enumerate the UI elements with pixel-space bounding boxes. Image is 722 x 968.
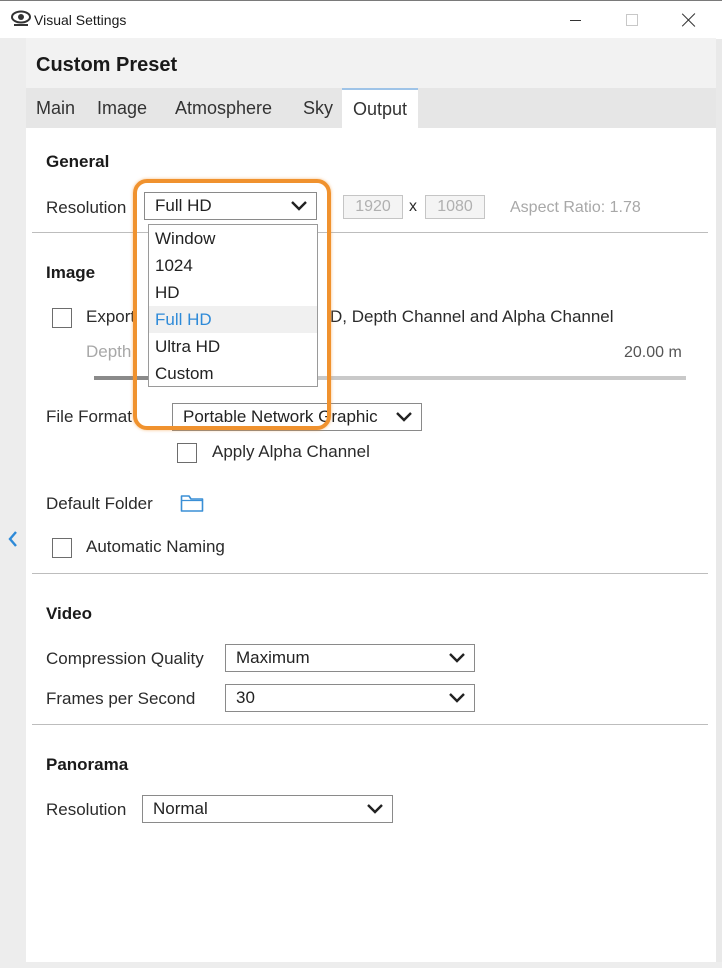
preset-title: Custom Preset: [36, 54, 178, 76]
tab-image[interactable]: Image: [97, 88, 147, 128]
side-strip: [0, 38, 26, 968]
depth-label: Depth: [86, 342, 132, 361]
automatic-naming-label: Automatic Naming: [86, 537, 225, 556]
panorama-resolution-label: Resolution: [46, 800, 127, 819]
file-format-label: File Format: [46, 407, 132, 426]
tab-bar: Main Image Atmosphere Sky Output: [26, 88, 716, 128]
minimize-icon: [569, 19, 581, 21]
frames-per-second-value: 30: [236, 688, 255, 707]
compression-quality-label: Compression Quality: [46, 649, 204, 668]
video-heading: Video: [46, 604, 92, 623]
maximize-icon: [626, 14, 638, 26]
tab-main[interactable]: Main: [36, 88, 75, 128]
height-input[interactable]: 1080: [425, 195, 485, 219]
tab-output[interactable]: Output: [342, 88, 419, 128]
eye-icon: [11, 10, 31, 26]
tab-sky[interactable]: Sky: [303, 88, 333, 128]
export-depth-checkbox[interactable]: [52, 308, 72, 328]
depth-value: 20.00 m: [624, 344, 682, 361]
dimension-separator: x: [409, 198, 417, 215]
frames-per-second-select[interactable]: 30: [225, 684, 475, 712]
chevron-left-icon[interactable]: [4, 528, 22, 550]
folder-icon[interactable]: [180, 493, 204, 513]
apply-alpha-checkbox[interactable]: [177, 443, 197, 463]
highlight-annotation: [133, 179, 331, 430]
window-title: Visual Settings: [34, 12, 127, 28]
bottom-frame: [0, 962, 722, 968]
compression-quality-select[interactable]: Maximum: [225, 644, 475, 672]
apply-alpha-label: Apply Alpha Channel: [212, 442, 370, 461]
resolution-label: Resolution: [46, 198, 127, 217]
close-icon: [682, 13, 696, 27]
chevron-down-icon: [367, 804, 383, 814]
divider: [32, 573, 708, 574]
compression-quality-value: Maximum: [236, 648, 310, 667]
close-button[interactable]: [666, 1, 712, 39]
frames-per-second-label: Frames per Second: [46, 689, 196, 708]
aspect-ratio-label: Aspect Ratio: 1.78: [510, 199, 641, 216]
chevron-down-icon: [449, 693, 465, 703]
export-label-start: Export: [86, 307, 136, 326]
width-input[interactable]: 1920: [343, 195, 403, 219]
default-folder-label: Default Folder: [46, 494, 153, 513]
automatic-naming-checkbox[interactable]: [52, 538, 72, 558]
export-label-end: D, Depth Channel and Alpha Channel: [330, 307, 614, 326]
panorama-resolution-value: Normal: [153, 799, 208, 818]
title-bar: Visual Settings: [0, 0, 722, 39]
chevron-down-icon: [396, 412, 412, 422]
preset-header: Custom Preset: [26, 38, 716, 88]
panorama-heading: Panorama: [46, 755, 129, 774]
panorama-resolution-select[interactable]: Normal: [142, 795, 393, 823]
chevron-down-icon: [449, 653, 465, 663]
tab-atmosphere[interactable]: Atmosphere: [175, 88, 272, 128]
divider: [32, 724, 708, 725]
general-heading: General: [46, 152, 110, 171]
settings-panel: Custom Preset Main Image Atmosphere Sky …: [26, 38, 716, 962]
minimize-button[interactable]: [552, 1, 598, 39]
maximize-button[interactable]: [609, 1, 655, 39]
image-heading: Image: [46, 263, 96, 282]
